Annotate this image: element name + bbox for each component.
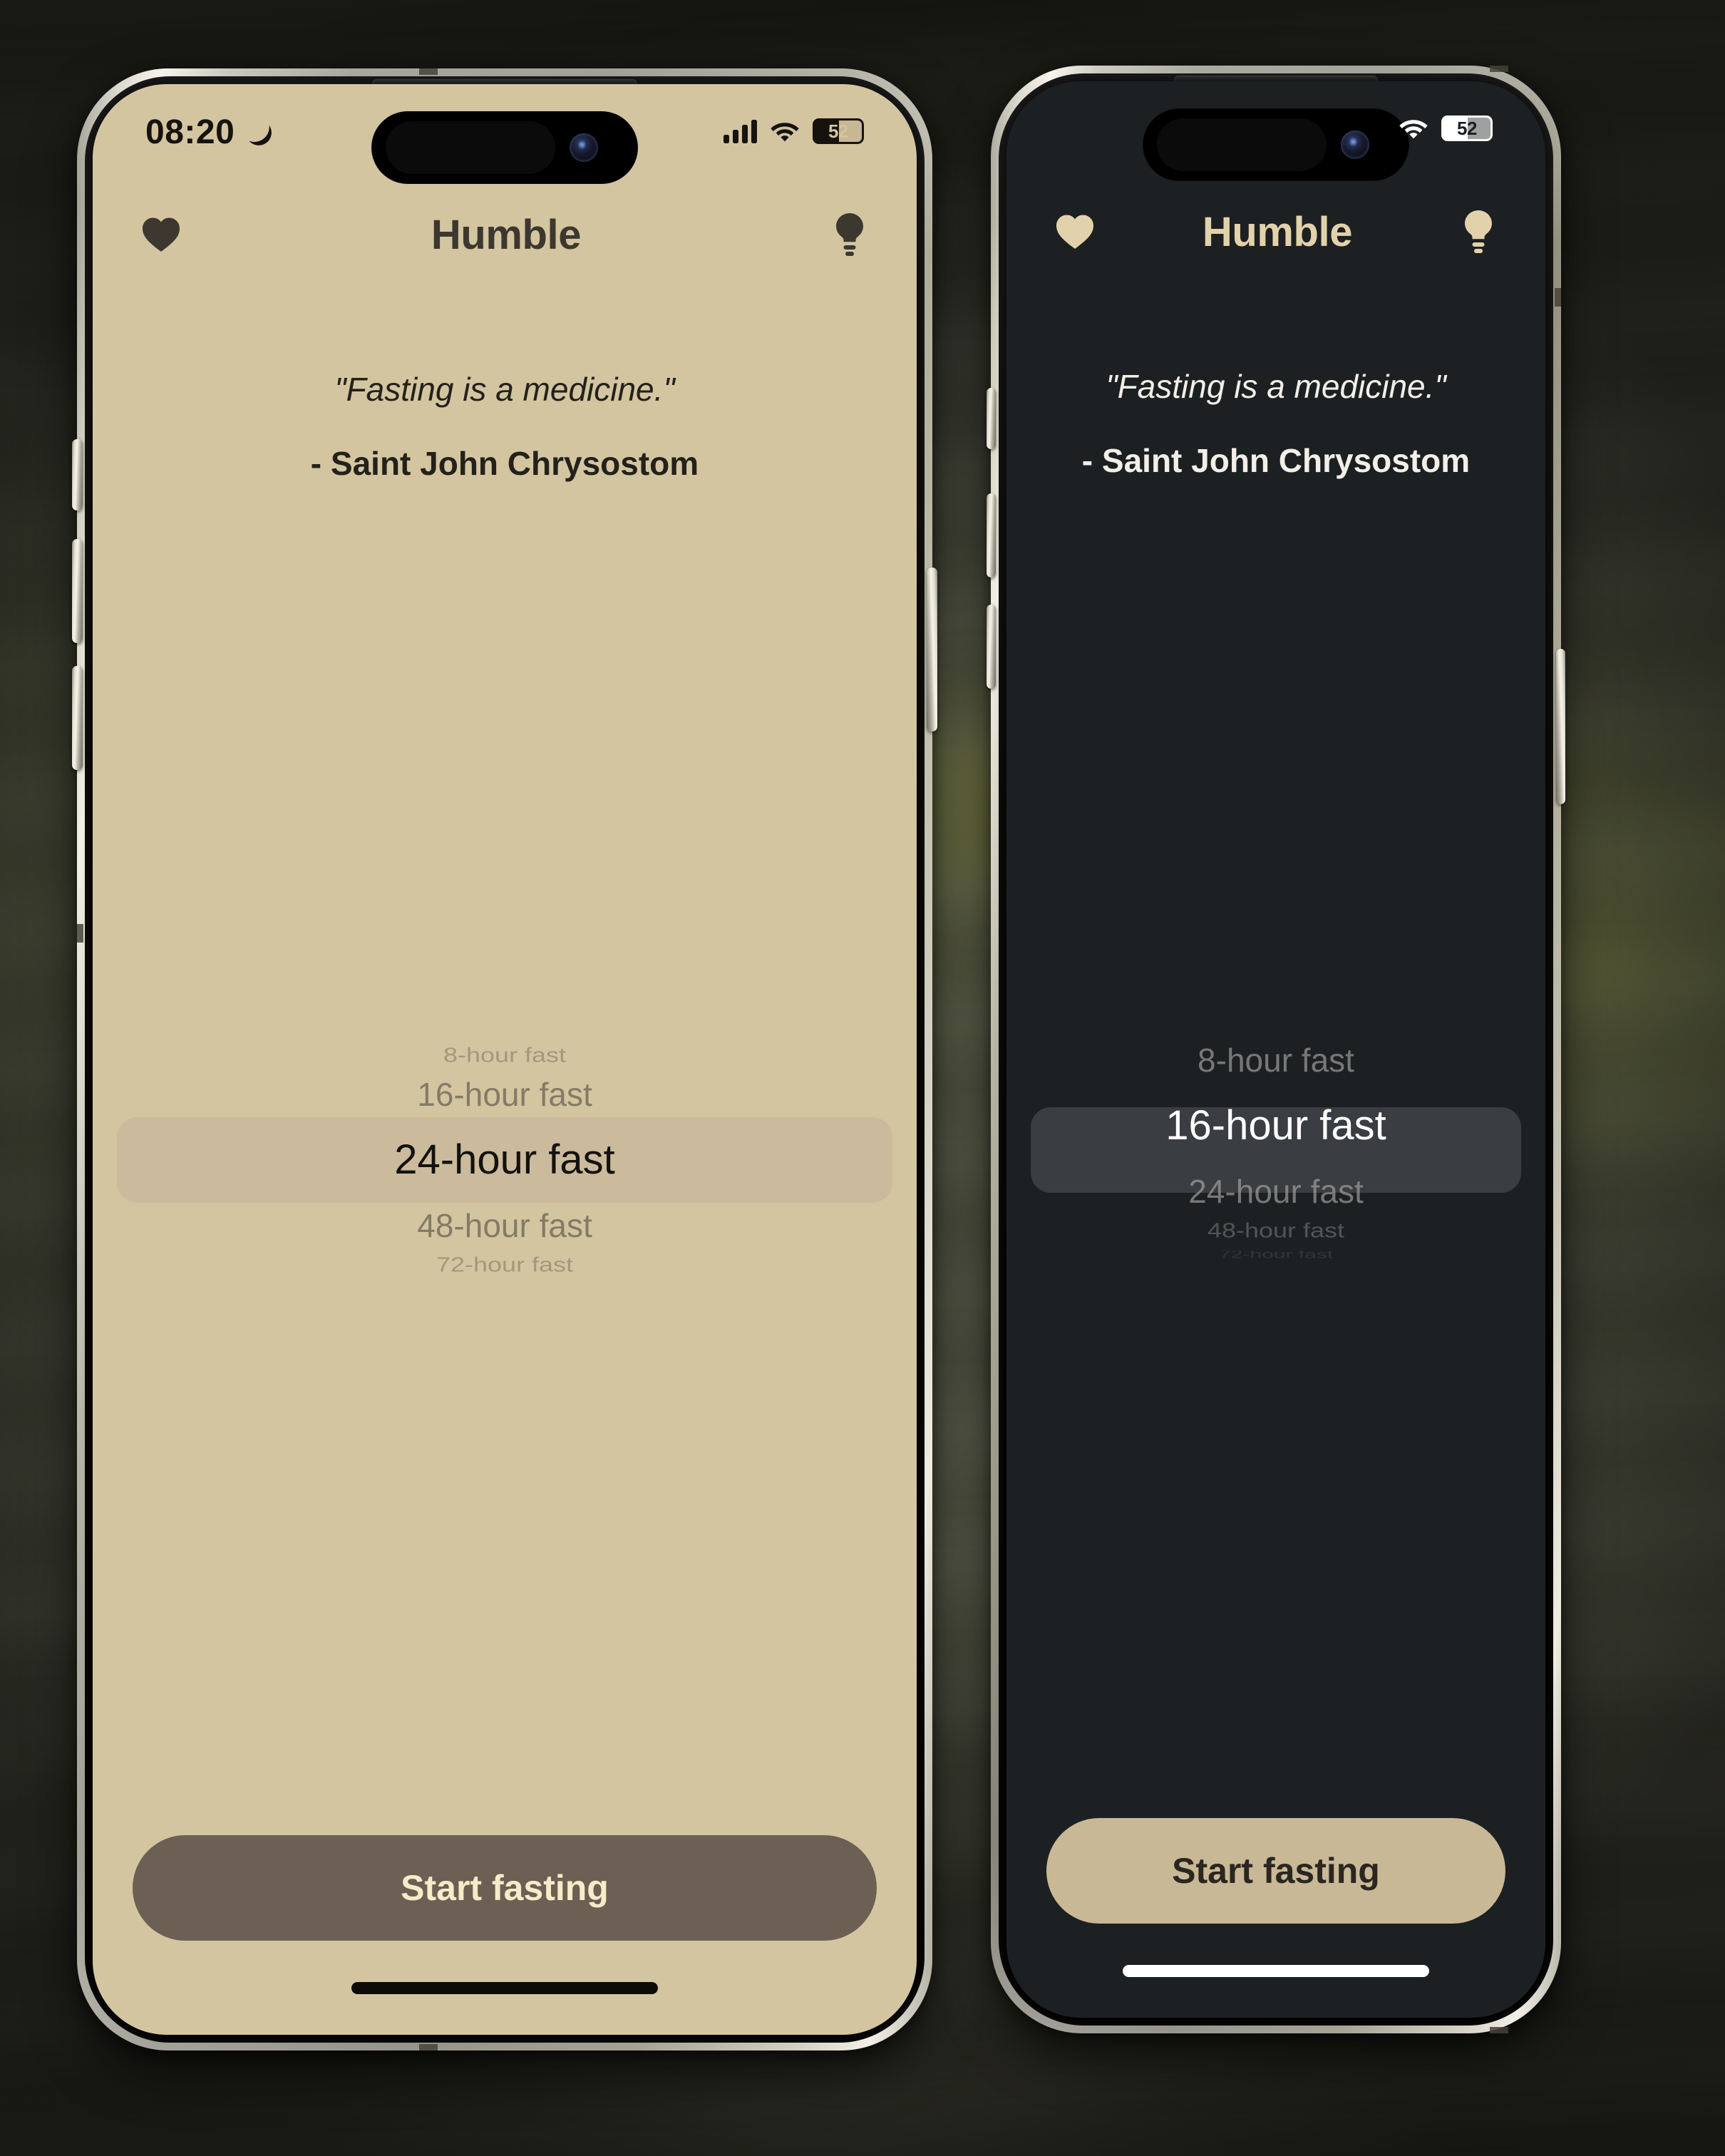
dynamic-island — [1143, 108, 1409, 181]
dynamic-island — [371, 111, 638, 184]
status-bar-left: 08:20 — [93, 84, 273, 150]
lightbulb-icon — [1464, 210, 1492, 253]
quote-author: - Saint John Chrysostom — [1081, 441, 1471, 479]
picker-option[interactable]: 24-hour fast — [1006, 1169, 1545, 1214]
picker-option-selected[interactable]: 16-hour fast — [1006, 1083, 1545, 1169]
status-bar-left — [1006, 81, 1059, 113]
antenna-seam — [1555, 288, 1561, 307]
cellular-bars-icon — [724, 119, 757, 143]
dynamic-island-pill — [386, 121, 555, 174]
picker-option[interactable]: 8-hour fast — [93, 1042, 917, 1068]
picker-wheel[interactable]: 8-hour fast 16-hour fast 24-hour fast 48… — [93, 1007, 917, 1313]
quote-section: "Fasting is a medicine." - Saint John Ch… — [93, 278, 917, 484]
app-header: Humble — [93, 191, 917, 278]
fast-duration-picker[interactable]: 8-hour fast 16-hour fast 24-hour fast 48… — [93, 484, 917, 1835]
picker-option[interactable]: 48-hour fast — [93, 1203, 917, 1248]
quote-section: "Fasting is a medicine." - Saint John Ch… — [1006, 275, 1545, 481]
picker-option[interactable]: 72-hour fast — [93, 1251, 917, 1278]
battery-icon: 52 — [813, 118, 864, 144]
page-title: Humble — [431, 211, 582, 258]
quote-text: "Fasting is a medicine." — [1106, 368, 1446, 405]
status-bar-right: 52 — [724, 84, 917, 144]
battery-percent: 52 — [1457, 117, 1477, 139]
phone-light-mockup: 08:20 52 Humble "Fasting is a medicine."… — [72, 68, 937, 2050]
front-camera-icon — [570, 133, 598, 162]
app-root-light: 08:20 52 Humble "Fasting is a medicine."… — [93, 84, 917, 2035]
app-root-dark: 52 Humble "Fasting is a medicine." - Sai… — [1006, 81, 1545, 2018]
picker-option[interactable]: 8-hour fast — [1006, 1037, 1545, 1083]
power-button[interactable] — [1556, 649, 1565, 804]
antenna-seam — [77, 924, 83, 943]
antenna-seam — [419, 2044, 438, 2050]
start-fasting-button[interactable]: Start fasting — [1046, 1818, 1505, 1924]
phone-screen: 08:20 52 Humble "Fasting is a medicine."… — [93, 84, 917, 2035]
volume-up-button[interactable] — [72, 539, 83, 643]
front-camera-icon — [1341, 130, 1369, 159]
wifi-icon — [1399, 117, 1428, 140]
status-bar: 52 — [1006, 81, 1545, 188]
wifi-icon — [770, 120, 800, 143]
picker-option[interactable]: 72-hour fast — [1006, 1251, 1545, 1258]
app-header: Humble — [1006, 188, 1545, 275]
volume-down-button[interactable] — [987, 605, 996, 689]
volume-up-button[interactable] — [987, 493, 996, 578]
cta-section: Start fasting — [1006, 1818, 1545, 1924]
home-indicator[interactable] — [351, 1981, 658, 1994]
volume-down-button[interactable] — [72, 666, 83, 770]
home-indicator-area — [1006, 1924, 1545, 2018]
dynamic-island-pill — [1157, 118, 1327, 171]
picker-option-selected[interactable]: 24-hour fast — [93, 1117, 917, 1203]
cta-section: Start fasting — [93, 1835, 917, 1941]
battery-percent: 52 — [828, 120, 848, 142]
picker-wheel[interactable]: 8-hour fast 16-hour fast 24-hour fast 48… — [1006, 997, 1545, 1303]
antenna-seam — [1490, 2027, 1508, 2033]
phone-screen: 52 Humble "Fasting is a medicine." - Sai… — [1006, 81, 1545, 2018]
page-title: Humble — [1202, 208, 1353, 255]
favorites-button[interactable] — [141, 216, 181, 253]
picker-option[interactable]: 16-hour fast — [93, 1072, 917, 1117]
antenna-seam — [1490, 66, 1508, 72]
antenna-seam — [419, 68, 438, 75]
heart-icon — [1056, 215, 1093, 249]
heart-icon — [143, 217, 180, 252]
picker-option[interactable]: 48-hour fast — [1006, 1217, 1545, 1243]
phone-dark-mockup: 52 Humble "Fasting is a medicine." - Sai… — [987, 66, 1565, 2033]
action-button[interactable] — [72, 439, 83, 510]
fast-duration-picker[interactable]: 8-hour fast 16-hour fast 24-hour fast 48… — [1006, 481, 1545, 1818]
home-indicator-area — [93, 1941, 917, 2035]
quote-author: - Saint John Chrysostom — [310, 444, 699, 482]
crescent-moon-icon — [244, 118, 273, 147]
action-button[interactable] — [987, 388, 996, 449]
home-indicator[interactable] — [1123, 1964, 1429, 1977]
power-button[interactable] — [927, 568, 937, 732]
battery-icon: 52 — [1441, 115, 1493, 141]
favorites-button[interactable] — [1055, 213, 1095, 250]
status-time: 08:20 — [145, 113, 235, 151]
lightbulb-icon — [835, 213, 863, 256]
quote-text: "Fasting is a medicine." — [334, 371, 675, 408]
status-bar: 08:20 52 — [93, 84, 917, 191]
start-fasting-button[interactable]: Start fasting — [133, 1835, 877, 1941]
tips-button[interactable] — [831, 212, 868, 257]
tips-button[interactable] — [1460, 209, 1497, 255]
